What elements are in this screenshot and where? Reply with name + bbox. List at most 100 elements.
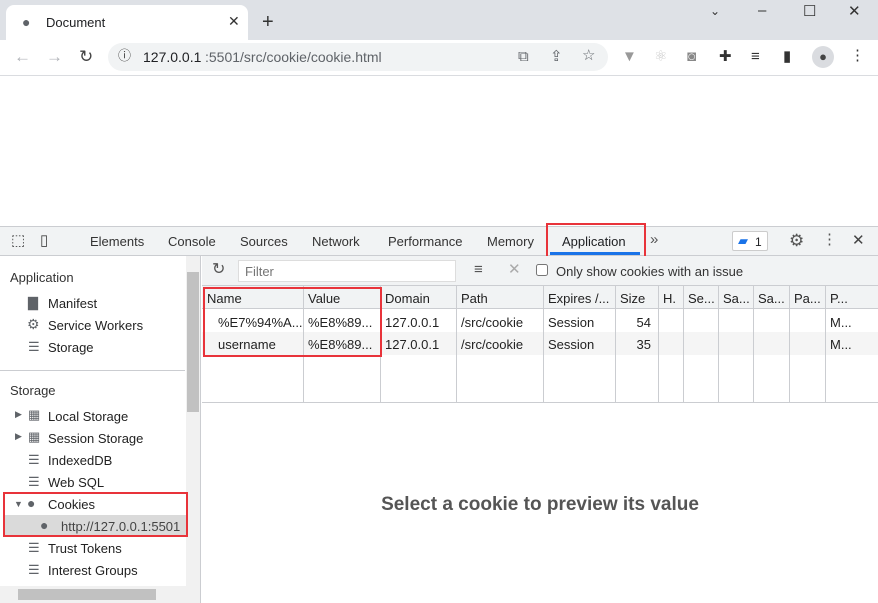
back-icon[interactable]: ← xyxy=(14,48,31,65)
column-divider xyxy=(543,286,544,402)
column-header[interactable]: Sa... xyxy=(723,291,752,306)
table-cell[interactable]: M... xyxy=(830,315,875,330)
column-header[interactable]: Expires /... xyxy=(548,291,614,306)
vertical-scrollbar[interactable] xyxy=(186,256,200,586)
expand-arrow-icon[interactable]: ▶ xyxy=(15,432,22,441)
sidebar-item-service-workers[interactable]: Service Workers xyxy=(48,318,143,333)
sidebar-section-application: Application xyxy=(10,270,74,285)
scrollbar-thumb[interactable] xyxy=(187,272,199,412)
devtools-tabbar: ⬚ ▯ Elements Console Sources Network Per… xyxy=(0,227,878,256)
sidebar-item-manifest[interactable]: Manifest xyxy=(48,296,97,311)
table-cell[interactable]: 35 xyxy=(620,337,651,352)
new-tab-icon[interactable]: + xyxy=(262,12,274,32)
forward-icon[interactable]: → xyxy=(46,48,63,65)
service-workers-gear-icon: ⚙ xyxy=(27,316,40,332)
column-header[interactable]: P... xyxy=(830,291,877,306)
address-bar[interactable]: ⓘ 127.0.0.1 :5501/src/cookie/cookie.html… xyxy=(108,43,608,71)
expand-arrow-icon[interactable]: ▶ xyxy=(15,410,22,419)
vue-extension-icon[interactable]: ▼ xyxy=(622,49,637,64)
tab-elements[interactable]: Elements xyxy=(90,234,144,249)
table-cell[interactable]: 54 xyxy=(620,315,651,330)
extensions-puzzle-icon[interactable]: ✚ xyxy=(719,49,732,64)
filter-input[interactable] xyxy=(238,260,456,282)
table-cell[interactable]: Session xyxy=(548,315,612,330)
manifest-icon: ▇ xyxy=(28,295,38,310)
react-extension-icon[interactable]: ⚛ xyxy=(654,49,667,64)
tab-console[interactable]: Console xyxy=(168,234,216,249)
column-header[interactable]: Domain xyxy=(385,291,455,306)
maximize-icon[interactable]: ☐ xyxy=(803,4,816,19)
side-panel-icon[interactable]: ▮ xyxy=(783,49,791,64)
highlight-name-value-columns xyxy=(203,287,382,357)
close-devtools-icon[interactable]: ✕ xyxy=(852,233,865,248)
sidebar-item-session-storage[interactable]: Session Storage xyxy=(48,431,143,446)
cookie-preview: Select a cookie to preview its value xyxy=(202,403,878,603)
column-header[interactable]: Sa... xyxy=(758,291,788,306)
minimize-icon[interactable]: – xyxy=(758,3,766,18)
column-header[interactable]: Se... xyxy=(688,291,717,306)
column-header[interactable]: H. xyxy=(663,291,682,306)
only-issues-checkbox[interactable] xyxy=(536,264,548,276)
table-cell[interactable]: 127.0.0.1 xyxy=(385,337,453,352)
refresh-icon[interactable]: ↻ xyxy=(212,262,225,278)
tab-memory[interactable]: Memory xyxy=(487,234,534,249)
device-toggle-icon[interactable]: ▯ xyxy=(40,233,48,248)
sidebar-item-local-storage[interactable]: Local Storage xyxy=(48,409,128,424)
database-icon: ☰ xyxy=(28,339,40,354)
horizontal-scrollbar[interactable] xyxy=(0,586,200,603)
translate-icon[interactable]: ⧉ xyxy=(518,49,529,64)
table-cell[interactable]: Session xyxy=(548,337,612,352)
info-icon: ⓘ xyxy=(118,48,132,63)
column-header[interactable]: Pa... xyxy=(794,291,824,306)
browser-tab[interactable]: ● Document ✕ xyxy=(6,5,248,40)
column-header[interactable]: Path xyxy=(461,291,542,306)
preview-placeholder-text: Select a cookie to preview its value xyxy=(381,494,699,515)
share-icon[interactable]: ⇪ xyxy=(550,49,563,64)
tab-performance[interactable]: Performance xyxy=(388,234,462,249)
media-control-icon[interactable]: ≡ xyxy=(751,49,760,64)
profile-avatar-icon[interactable]: ● xyxy=(812,46,834,68)
column-divider xyxy=(683,286,684,402)
issues-button[interactable]: ▰ 1 xyxy=(732,231,768,251)
sidebar-divider xyxy=(0,370,185,371)
tab-title: Document xyxy=(46,15,106,30)
column-header[interactable]: Size xyxy=(620,291,657,306)
sidebar-item-interest-groups[interactable]: Interest Groups xyxy=(48,563,138,578)
tab-sources[interactable]: Sources xyxy=(240,234,288,249)
issues-count: 1 xyxy=(755,235,762,249)
sidebar-item-web-sql[interactable]: Web SQL xyxy=(48,475,104,490)
database-icon: ☰ xyxy=(28,452,40,467)
clear-filtered-icon[interactable]: ≡ xyxy=(474,262,483,277)
sidebar-item-indexeddb[interactable]: IndexedDB xyxy=(48,453,112,468)
tab-network[interactable]: Network xyxy=(312,234,360,249)
inspect-element-icon[interactable]: ⬚ xyxy=(11,233,25,248)
settings-gear-icon[interactable]: ⚙ xyxy=(789,232,804,249)
table-cell[interactable]: /src/cookie xyxy=(461,337,540,352)
table-grid-icon: ▦ xyxy=(28,429,41,444)
highlight-application-tab xyxy=(546,223,646,258)
table-cell[interactable]: 127.0.0.1 xyxy=(385,315,453,330)
tab-search-icon[interactable]: ⌄ xyxy=(710,5,720,17)
devtools-menu-icon[interactable]: ⋮ xyxy=(822,232,837,247)
column-divider xyxy=(789,286,790,402)
close-window-icon[interactable]: ✕ xyxy=(848,4,861,19)
database-icon: ☰ xyxy=(28,540,40,555)
reload-icon[interactable]: ↻ xyxy=(79,48,93,65)
sidebar-item-storage[interactable]: Storage xyxy=(48,340,94,355)
table-cell[interactable]: /src/cookie xyxy=(461,315,540,330)
sidebar-item-trust-tokens[interactable]: Trust Tokens xyxy=(48,541,122,556)
column-divider xyxy=(658,286,659,402)
scrollbar-thumb[interactable] xyxy=(18,589,156,600)
url-host: 127.0.0.1 xyxy=(143,49,202,65)
more-tabs-chevron-icon[interactable]: » xyxy=(650,232,658,247)
menu-kebab-icon[interactable]: ⋮ xyxy=(850,48,865,63)
sidebar-section-storage: Storage xyxy=(10,383,56,398)
bookmark-star-icon[interactable]: ☆ xyxy=(582,48,595,63)
table-cell[interactable]: M... xyxy=(830,337,875,352)
database-icon: ☰ xyxy=(28,562,40,577)
delete-selected-icon[interactable]: ✕ xyxy=(508,262,521,277)
highlight-cookies xyxy=(3,492,188,537)
camera-extension-icon[interactable]: ◙ xyxy=(687,49,696,64)
column-divider xyxy=(753,286,754,402)
close-tab-icon[interactable]: ✕ xyxy=(228,14,240,28)
